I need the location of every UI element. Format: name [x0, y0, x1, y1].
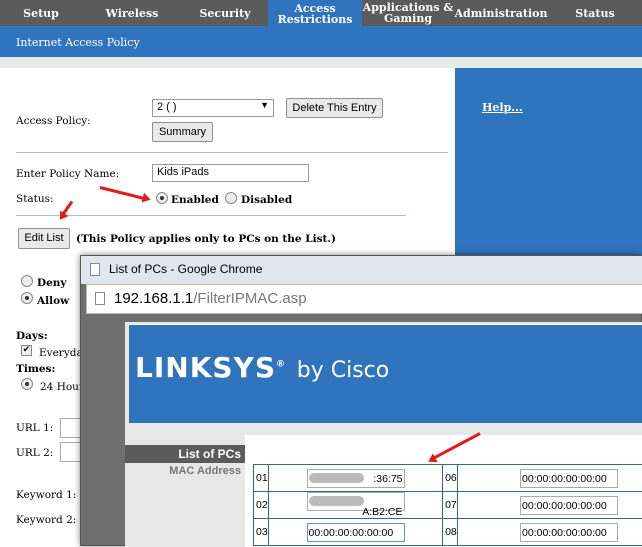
- access-policy-value: 2 ( ): [157, 101, 177, 113]
- separator: [16, 152, 448, 153]
- tab-access-restrictions[interactable]: Access Restrictions: [268, 0, 362, 27]
- help-link[interactable]: Help...: [482, 101, 523, 114]
- help-panel: Help...: [455, 68, 642, 268]
- subnav-internet-access-policy[interactable]: Internet Access Policy: [0, 26, 642, 57]
- mac-input-07[interactable]: 00:00:00:00:00:00: [520, 496, 618, 515]
- mac-address-label: MAC Address: [125, 465, 241, 477]
- days-label: Days:: [16, 330, 48, 342]
- allow-label: Allow: [37, 295, 69, 307]
- row-number: 03: [254, 519, 269, 546]
- page-icon: [90, 263, 100, 276]
- linksys-logo: LINKSYS® by Cisco: [135, 351, 389, 384]
- row-number: 01: [254, 465, 269, 492]
- tab-status[interactable]: Status: [548, 0, 642, 26]
- row-number: 02: [254, 492, 269, 519]
- everyday-checkbox[interactable]: ✔: [21, 345, 32, 356]
- tab-setup[interactable]: Setup: [0, 0, 82, 26]
- policy-name-value: Kids iPads: [157, 166, 209, 178]
- popup-title: List of PCs - Google Chrome: [109, 262, 262, 276]
- access-policy-label: Access Policy:: [16, 115, 91, 127]
- popup-page: LINKSYS® by Cisco List of PCs MAC Addres…: [125, 322, 642, 547]
- table-row: 03 00:00:00:00:00:00 08 00:00:00:00:00:00: [254, 519, 642, 546]
- row-number: 06: [443, 465, 458, 492]
- popup-title-bar[interactable]: List of PCs - Google Chrome: [81, 256, 642, 284]
- page-icon: [95, 292, 105, 305]
- url-host: 192.168.1.1: [114, 290, 193, 307]
- access-policy-select[interactable]: 2 ( ) ▼: [152, 99, 274, 117]
- divider-strip: [0, 57, 642, 68]
- list-of-pcs-popup-window: List of PCs - Google Chrome 192.168.1.1/…: [80, 255, 642, 546]
- keyword1-label: Keyword 1:: [16, 489, 76, 501]
- deny-label: Deny: [37, 277, 67, 289]
- delete-entry-button[interactable]: Delete This Entry: [286, 98, 383, 118]
- status-enabled-label: Enabled: [171, 194, 219, 206]
- times-label: Times:: [16, 363, 55, 375]
- status-enabled-radio[interactable]: [156, 192, 168, 204]
- mac-input-03[interactable]: 00:00:00:00:00:00: [307, 523, 405, 542]
- url1-label: URL 1:: [16, 422, 53, 434]
- summary-button[interactable]: Summary: [152, 122, 213, 142]
- dropdown-arrow-icon: ▼: [260, 100, 269, 110]
- url2-label: URL 2:: [16, 447, 53, 459]
- status-label: Status:: [16, 193, 54, 205]
- tab-wireless[interactable]: Wireless: [82, 0, 182, 26]
- keyword2-label: Keyword 2:: [16, 514, 76, 526]
- tab-applications-gaming[interactable]: Applications & Gaming: [362, 0, 454, 26]
- row-number: 07: [443, 492, 458, 519]
- tab-security[interactable]: Security: [182, 0, 268, 26]
- edit-list-note: (This Policy applies only to PCs on the …: [76, 233, 336, 245]
- allow-radio[interactable]: [21, 292, 33, 304]
- policy-name-input[interactable]: Kids iPads: [152, 164, 309, 182]
- list-of-pcs-heading: List of PCs: [125, 445, 245, 463]
- status-disabled-label: Disabled: [241, 194, 292, 206]
- separator: [16, 215, 406, 216]
- 24-hours-radio[interactable]: [21, 378, 33, 390]
- row-number: 08: [443, 519, 458, 546]
- status-disabled-radio[interactable]: [225, 192, 237, 204]
- red-arrow-annotation: [100, 186, 147, 201]
- linksys-header: LINKSYS® by Cisco: [129, 324, 642, 423]
- edit-list-button[interactable]: Edit List: [18, 228, 70, 249]
- mac-address-table: 01:36:750600:00:00:00:00:00 02A:B2:CE070…: [253, 464, 642, 546]
- mac-input-08[interactable]: 00:00:00:00:00:00: [520, 523, 618, 542]
- address-bar[interactable]: 192.168.1.1/FilterIPMAC.asp: [86, 284, 642, 314]
- mac-input-02[interactable]: A:B2:CE: [307, 492, 405, 511]
- mac-input-06[interactable]: 00:00:00:00:00:00: [520, 469, 618, 488]
- mac-input-01[interactable]: :36:75: [307, 469, 405, 488]
- top-nav: Setup Wireless Security Access Restricti…: [0, 0, 642, 26]
- policy-name-label: Enter Policy Name:: [16, 168, 119, 180]
- table-row: 02 A:B2:CE 07 00:00:00:00:00:00: [254, 492, 642, 519]
- tab-administration[interactable]: Administration: [454, 0, 548, 26]
- deny-radio[interactable]: [21, 275, 33, 287]
- table-row: 01 :36:75 06 00:00:00:00:00:00: [254, 465, 642, 492]
- url-path: /FilterIPMAC.asp: [193, 290, 306, 307]
